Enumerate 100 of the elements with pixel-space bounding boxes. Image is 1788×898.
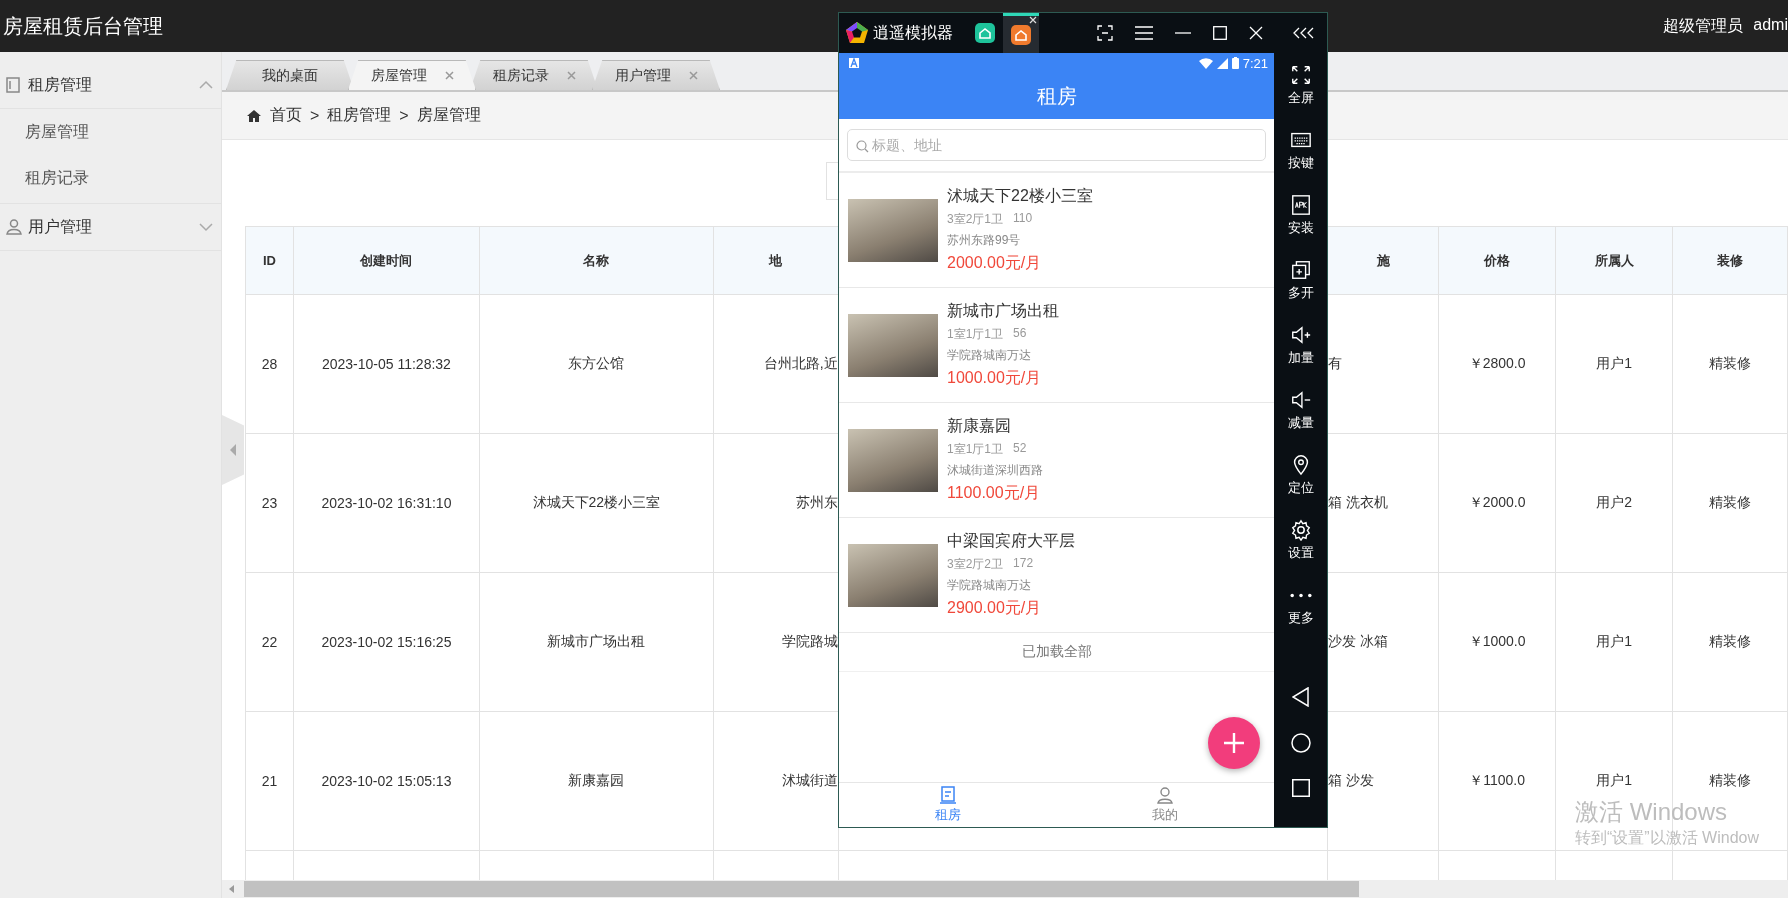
fullscreen-icon	[1289, 64, 1312, 86]
table-cell: 精装修	[1672, 433, 1788, 573]
plus-icon	[1222, 731, 1246, 755]
maximize-icon[interactable]	[1213, 26, 1227, 40]
table-cell: 2023-10-02 16:31:10	[293, 433, 480, 573]
table-cell: 用户1	[1555, 294, 1673, 434]
document-icon	[938, 786, 957, 804]
sidebar-item[interactable]: 租房记录	[0, 155, 221, 201]
breadcrumb-separator: >	[310, 106, 320, 125]
activation-hint: 转到“设置”以激活 Window	[1575, 828, 1759, 848]
toolbar-button[interactable]: 按键	[1287, 118, 1314, 183]
table-cell: 28	[245, 294, 294, 434]
listing-price: 1000.00元/月	[947, 368, 1043, 388]
home-icon[interactable]	[1290, 733, 1311, 753]
chevron-icon	[199, 222, 213, 232]
table-cell: 用户1	[1555, 572, 1673, 712]
user-icon	[4, 217, 24, 237]
sidebar-group[interactable]: 用户管理	[0, 204, 221, 251]
breadcrumb-link[interactable]: 房屋管理	[416, 105, 481, 126]
listing-title: 新康嘉园	[947, 416, 1012, 436]
page-title: 租房	[1036, 83, 1077, 109]
table-cell: ￥2000.0	[1438, 433, 1556, 573]
collapse-icon[interactable]	[1293, 27, 1315, 39]
wifi-icon	[1198, 57, 1213, 69]
tab[interactable]: 用户管理	[592, 60, 720, 90]
toolbar-button[interactable]: 减量	[1287, 378, 1314, 443]
nav-tab[interactable]: 我的	[1056, 783, 1274, 827]
back-icon[interactable]	[1291, 687, 1310, 707]
toolbar-button[interactable]: 更多	[1287, 573, 1314, 638]
volume-down-icon	[1289, 389, 1312, 411]
toolbar-button[interactable]: 安装	[1287, 183, 1314, 248]
recent-apps-icon[interactable]	[1291, 779, 1310, 797]
listing-item[interactable]: 新康嘉园 1室1厅1卫 52 沭城街道深圳西路 1100.00元/月	[839, 403, 1274, 518]
user-name[interactable]: admi	[1753, 15, 1788, 37]
tab[interactable]: 房屋管理	[348, 60, 476, 90]
settings-icon	[1289, 519, 1312, 541]
room-layout: 1室1厅1卫	[947, 441, 1004, 458]
room-layout: 1室1厅1卫	[947, 326, 1004, 343]
room-layout: 3室2厅1卫	[947, 211, 1004, 228]
floor-area: 110	[1013, 211, 1033, 228]
table-cell: 23	[245, 433, 294, 573]
sidebar-group[interactable]: 租房管理	[0, 62, 221, 109]
floor-area: 52	[1013, 441, 1027, 458]
table-cell: ￥1100.0	[1438, 711, 1556, 851]
column-header: 名称	[479, 226, 714, 295]
user-role: 超级管理员	[1663, 15, 1744, 36]
column-header: 所属人	[1555, 226, 1673, 295]
horizontal-scrollbar[interactable]	[222, 880, 1788, 898]
more-icon	[1289, 592, 1312, 598]
home-icon	[246, 108, 262, 123]
table-cell: 21	[245, 711, 294, 851]
listing-title: 新城市广场出租	[947, 301, 1059, 321]
table-cell: 沭城天下22楼小三室	[479, 433, 714, 573]
screenshot-icon[interactable]	[1097, 25, 1113, 41]
table-cell: 2023-10-05 11:28:32	[293, 294, 480, 434]
toolbar-button[interactable]: 全屏	[1287, 53, 1314, 118]
multi-window-icon	[1289, 259, 1312, 281]
toolbar-button[interactable]: 多开	[1287, 248, 1314, 313]
window-title: 逍遥模拟器	[873, 22, 953, 43]
logo-icon	[845, 21, 869, 45]
listing-item[interactable]: 沭城天下22楼小三室 3室2厅1卫 110 苏州东路99号 2000.00元/月	[839, 173, 1274, 288]
table-cell: 2023-10-02 15:16:25	[293, 572, 480, 712]
apk-icon	[1289, 194, 1312, 216]
table-cell: 精装修	[1672, 294, 1788, 434]
listing-title: 沭城天下22楼小三室	[947, 186, 1093, 206]
search-field[interactable]: 标题、地址	[847, 129, 1266, 161]
column-header: 地	[713, 226, 839, 295]
battery-icon	[1231, 57, 1239, 69]
table-cell: 新康嘉园	[479, 711, 714, 851]
listing-price: 2900.00元/月	[947, 598, 1043, 618]
listing-address: 学院路城南万达	[947, 577, 1032, 594]
table-cell: 2023-10-02 15:05:13	[293, 711, 480, 851]
volume-up-icon	[1289, 324, 1312, 346]
toolbar-button[interactable]: 加量	[1287, 313, 1314, 378]
group-label: 用户管理	[28, 216, 92, 237]
listing-price: 1100.00元/月	[947, 483, 1042, 503]
user-icon	[1156, 786, 1175, 804]
sidebar-item[interactable]: 房屋管理	[0, 109, 221, 155]
listing-title: 中梁国宾府大平层	[947, 531, 1075, 551]
app-tab[interactable]	[1003, 13, 1039, 53]
breadcrumb-link[interactable]: 租房管理	[327, 105, 392, 126]
app-title: 房屋租赁后台管理	[2, 13, 163, 39]
listing-price: 2000.00元/月	[947, 253, 1043, 273]
table-cell: 东方公馆	[479, 294, 714, 434]
table-cell: 新城市广场出租	[479, 572, 714, 712]
toolbar-button[interactable]: 定位	[1287, 443, 1314, 508]
listing-address: 学院路城南万达	[947, 347, 1032, 364]
table-cell: 22	[245, 572, 294, 712]
toolbar-button[interactable]: 设置	[1287, 508, 1314, 573]
listing-address: 苏州东路99号	[947, 232, 1022, 249]
breadcrumb-link[interactable]: 首页	[270, 105, 302, 126]
activation-title: 激活 Windows	[1575, 797, 1729, 827]
add-button[interactable]	[1208, 717, 1260, 769]
table-cell: 用户2	[1555, 433, 1673, 573]
menu-icon[interactable]	[1135, 26, 1153, 40]
listing-item[interactable]: 新城市广场出租 1室1厅1卫 56 学院路城南万达 1000.00元/月	[839, 288, 1274, 403]
column-header: 施	[1327, 226, 1439, 295]
listing-item[interactable]: 中梁国宾府大平层 3室2厅2卫 172 学院路城南万达 2900.00元/月	[839, 518, 1274, 633]
nav-tab[interactable]: 租房	[839, 783, 1057, 827]
home-icon	[975, 23, 995, 43]
